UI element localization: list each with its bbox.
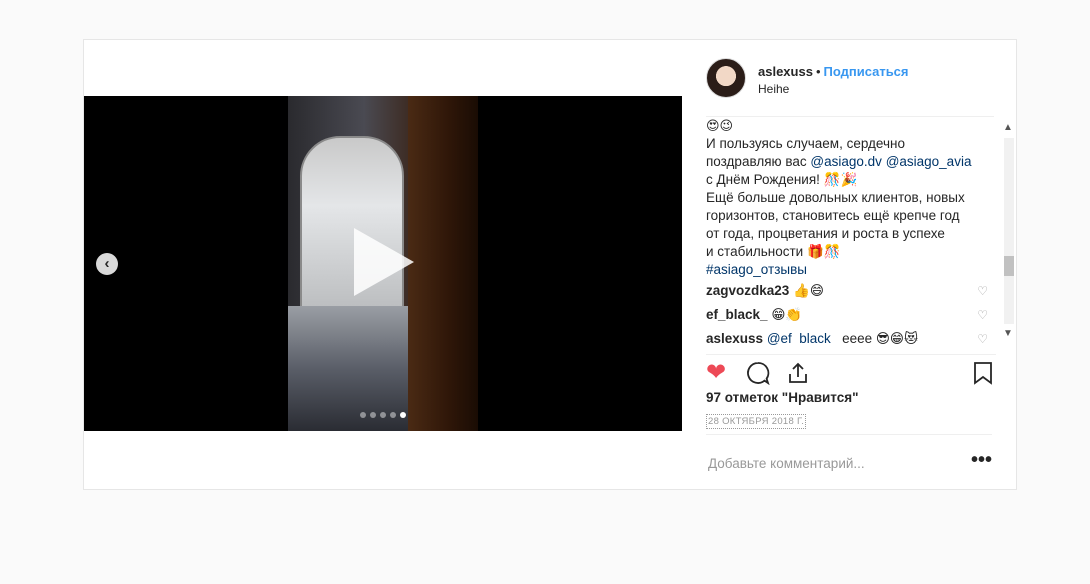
- scroll-down-icon[interactable]: ▼: [1003, 328, 1013, 339]
- follow-button[interactable]: Подписаться: [824, 64, 909, 79]
- comment-text: eeee 😎😁😻: [842, 331, 919, 345]
- comments-list[interactable]: 😍😉 И пользуясь случаем, сердечно поздрав…: [706, 116, 994, 345]
- caption-text: поздравляю вас: [706, 154, 811, 169]
- comment-text: 😁👏: [771, 307, 803, 322]
- more-options-icon[interactable]: •••: [971, 449, 992, 472]
- caption-line: Ещё больше довольных клиентов, новых: [706, 190, 965, 205]
- video-player[interactable]: ‹: [84, 96, 682, 431]
- heart-icon[interactable]: ❤: [706, 361, 726, 385]
- comment-item: zagvozdka23 👍😄 ♡: [706, 279, 994, 303]
- comment-item: aslexuss @ef_black_ eeee 😎😁😻 ♡: [706, 327, 994, 345]
- comments-scrollbar[interactable]: ▲ ▼: [1000, 120, 1016, 342]
- scrollbar-thumb[interactable]: [1004, 256, 1014, 276]
- post-sidebar: aslexuss • Подписаться Heihe 😍😉 И пользуяс…: [682, 40, 1016, 489]
- caption-line: от года, процветания и роста в успехе: [706, 226, 945, 241]
- avatar[interactable]: [706, 58, 746, 98]
- carousel-dot-active: [400, 412, 406, 418]
- comment-username[interactable]: zagvozdka23: [706, 283, 789, 298]
- carousel-dots: [360, 412, 406, 418]
- caption-line: поздравляю вас @asiago.dv @asiago_avia: [706, 153, 994, 171]
- caption-line: 😍😉: [706, 118, 734, 133]
- carousel-dot: [360, 412, 366, 418]
- caption-line: горизонтов, становитесь ещё крепче год: [706, 208, 960, 223]
- caption: 😍😉 И пользуясь случаем, сердечно поздрав…: [706, 117, 994, 279]
- scrollbar-track[interactable]: [1004, 138, 1014, 324]
- caption-line: с Днём Рождения! 🎊🎉: [706, 172, 858, 187]
- caption-line: И пользуясь случаем, сердечно: [706, 136, 905, 151]
- bookmark-icon[interactable]: [972, 361, 994, 390]
- likes-count[interactable]: 97 отметок "Нравится": [706, 390, 859, 405]
- carousel-prev-icon[interactable]: ‹: [96, 253, 118, 275]
- post-header: aslexuss • Подписаться Heihe: [682, 40, 1016, 116]
- username-link[interactable]: aslexuss: [758, 64, 813, 79]
- comment-like-icon[interactable]: ♡: [977, 327, 988, 345]
- add-comment-section: •••: [706, 434, 992, 490]
- comment-like-icon[interactable]: ♡: [977, 303, 988, 327]
- scroll-up-icon[interactable]: ▲: [1003, 122, 1013, 133]
- header-line: aslexuss • Подписаться: [758, 64, 909, 79]
- action-bar: ❤: [706, 354, 996, 386]
- comment-username[interactable]: ef_black_: [706, 307, 768, 322]
- comment-input[interactable]: [706, 455, 950, 472]
- mention-link[interactable]: @ef_black_: [767, 331, 839, 345]
- comment-text: 👍😄: [793, 283, 824, 298]
- caption-line: и стабильности 🎁🎊: [706, 244, 841, 259]
- media-area: ‹: [84, 40, 682, 489]
- post-date[interactable]: 28 ОКТЯБРЯ 2018 Г.: [706, 414, 807, 429]
- comment-username[interactable]: aslexuss: [706, 331, 763, 345]
- mention-link[interactable]: @asiago_avia: [886, 154, 972, 169]
- separator-bullet: •: [815, 64, 821, 79]
- share-icon[interactable]: [786, 361, 810, 390]
- curtain-image: [408, 96, 478, 431]
- hashtag-link[interactable]: #asiago_отзывы: [706, 261, 994, 279]
- location-link[interactable]: Heihe: [758, 82, 789, 96]
- mention-link[interactable]: @asiago.dv: [810, 154, 882, 169]
- play-icon[interactable]: [354, 228, 414, 296]
- post-card: ‹ aslexuss • Подписаться Heihe 😍😉 И пользу…: [83, 39, 1017, 490]
- comment-icon[interactable]: [746, 361, 770, 390]
- carousel-dot: [380, 412, 386, 418]
- comment-like-icon[interactable]: ♡: [977, 279, 988, 303]
- carousel-dot: [390, 412, 396, 418]
- comment-item: ef_black_ 😁👏 ♡: [706, 303, 994, 327]
- carousel-dot: [370, 412, 376, 418]
